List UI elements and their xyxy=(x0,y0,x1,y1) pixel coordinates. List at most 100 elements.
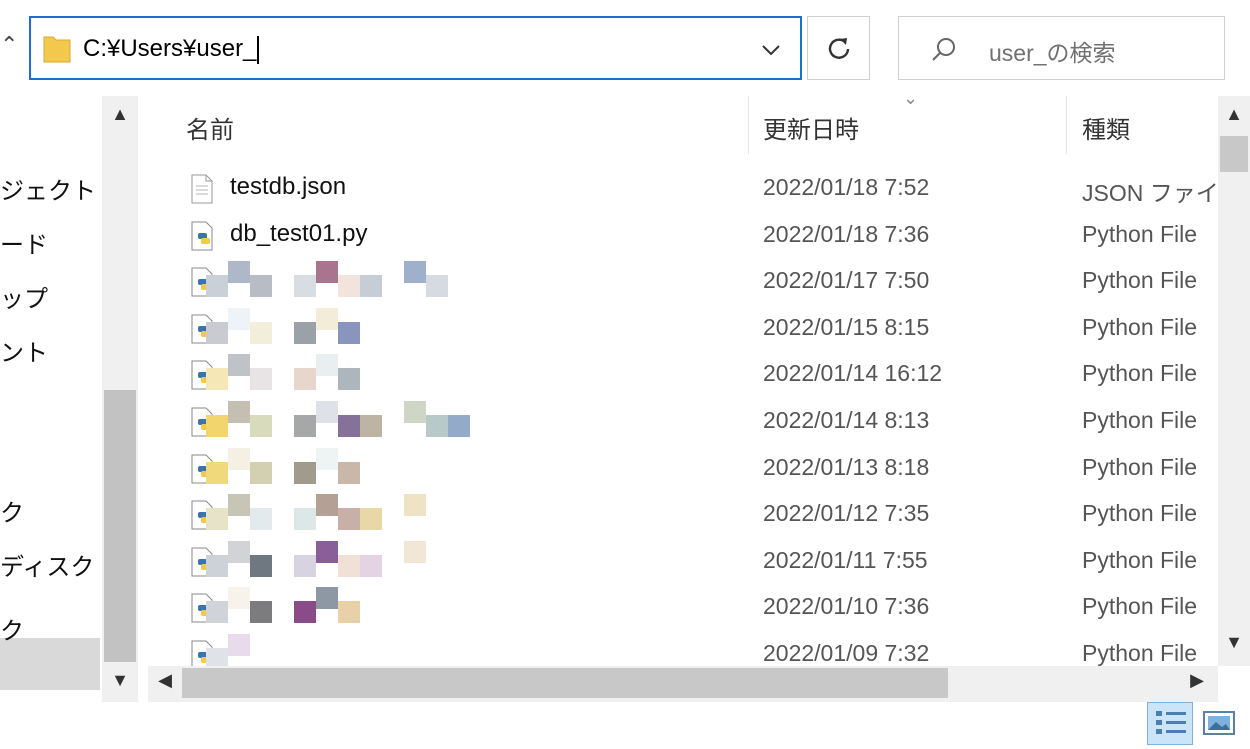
search-icon xyxy=(929,35,959,65)
redacted-file-name xyxy=(206,494,536,538)
pixel-block xyxy=(228,541,250,563)
pixel-block xyxy=(206,648,228,666)
file-type: Python File xyxy=(1082,454,1198,480)
nav-item-network[interactable]: ク xyxy=(0,494,24,534)
nav-item-downloads[interactable]: ード xyxy=(0,226,48,266)
file-list-vscrollbar[interactable] xyxy=(1218,96,1250,666)
table-row[interactable]: 2022/01/11 7:55 Python File xyxy=(148,539,1218,585)
json-file-icon xyxy=(190,174,214,204)
file-modified: 2022/01/13 8:18 xyxy=(763,454,930,480)
pixel-block xyxy=(294,415,316,437)
nav-item-objects[interactable]: ジェクト xyxy=(0,172,96,212)
nav-item-desktop[interactable]: ップ xyxy=(0,280,48,320)
redacted-file-name xyxy=(206,541,536,585)
pixel-block xyxy=(228,308,250,330)
scroll-up-icon[interactable]: ▲ xyxy=(1220,104,1248,130)
table-row[interactable]: db_test01.py 2022/01/18 7:36 Python File xyxy=(148,213,1218,259)
column-divider[interactable] xyxy=(748,96,749,154)
details-view-icon xyxy=(1156,711,1186,734)
file-modified: 2022/01/17 7:50 xyxy=(763,267,930,293)
pixel-block xyxy=(338,415,360,437)
pixel-block xyxy=(206,275,228,297)
pixel-block xyxy=(316,401,338,423)
column-header-type[interactable]: 種類 xyxy=(1082,110,1130,145)
up-level-icon[interactable]: ⌃ xyxy=(0,30,18,60)
table-row[interactable]: 2022/01/13 8:18 Python File xyxy=(148,446,1218,492)
file-list-hscrollbar-thumb[interactable] xyxy=(182,668,948,698)
pixel-block xyxy=(228,401,250,423)
scroll-left-icon[interactable]: ◀ xyxy=(152,670,178,698)
file-type: Python File xyxy=(1082,360,1198,386)
column-header-modified[interactable]: 更新日時 xyxy=(763,110,859,145)
pixel-block xyxy=(338,275,360,297)
address-input[interactable]: C:¥Users¥user_ xyxy=(83,32,260,66)
pixel-block xyxy=(206,601,228,623)
large-icons-view-button[interactable] xyxy=(1200,708,1238,740)
pixel-block xyxy=(250,275,272,297)
refresh-button[interactable] xyxy=(807,16,870,80)
file-modified: 2022/01/18 7:36 xyxy=(763,221,930,247)
scroll-down-icon[interactable]: ▼ xyxy=(1220,632,1248,658)
file-name: db_test01.py xyxy=(230,220,368,247)
file-list-vscrollbar-thumb[interactable] xyxy=(1220,136,1248,172)
pixel-block xyxy=(316,448,338,470)
pixel-block xyxy=(360,415,382,437)
address-bar[interactable]: C:¥Users¥user_ xyxy=(29,16,802,80)
pixel-block xyxy=(294,555,316,577)
table-row[interactable]: 2022/01/12 7:35 Python File xyxy=(148,492,1218,538)
pixel-block xyxy=(338,462,360,484)
table-row[interactable]: testdb.json 2022/01/18 7:52 JSON ファイル xyxy=(148,166,1218,212)
redacted-file-name xyxy=(206,634,536,666)
nav-item-other[interactable]: ク xyxy=(0,612,24,652)
pixel-block xyxy=(228,354,250,376)
address-path: C:¥Users¥user_ xyxy=(83,35,257,62)
table-row[interactable]: 2022/01/17 7:50 Python File xyxy=(148,259,1218,305)
table-row[interactable]: 2022/01/10 7:36 Python File xyxy=(148,585,1218,631)
file-modified: 2022/01/14 16:12 xyxy=(763,360,943,386)
file-type: Python File xyxy=(1082,407,1198,433)
search-box[interactable]: user_の検索 xyxy=(898,16,1225,80)
pixel-block xyxy=(250,508,272,530)
pixel-block xyxy=(316,261,338,283)
pixel-block xyxy=(404,541,426,563)
pixel-block xyxy=(250,462,272,484)
nav-scrollbar-thumb[interactable] xyxy=(104,390,136,662)
pixel-block xyxy=(206,322,228,344)
scroll-right-icon[interactable]: ▶ xyxy=(1184,670,1210,698)
pixel-block xyxy=(294,368,316,390)
search-input[interactable]: user_の検索 xyxy=(989,34,1116,68)
pixel-block xyxy=(404,401,426,423)
table-row[interactable]: 2022/01/15 8:15 Python File xyxy=(148,306,1218,352)
nav-scroll-up-icon[interactable]: ▲ xyxy=(104,104,136,132)
table-row[interactable]: 2022/01/09 7:32 Python File xyxy=(148,632,1218,666)
file-type: Python File xyxy=(1082,500,1198,526)
redacted-file-name xyxy=(206,308,536,352)
pixel-block xyxy=(206,462,228,484)
file-type: Python File xyxy=(1082,640,1198,666)
details-view-button[interactable] xyxy=(1147,702,1193,745)
sort-descending-icon: ⌄ xyxy=(903,88,919,108)
pixel-block xyxy=(360,555,382,577)
pixel-block xyxy=(338,508,360,530)
pixel-block xyxy=(316,354,338,376)
pixel-block xyxy=(206,415,228,437)
text-caret xyxy=(257,35,260,64)
file-type: Python File xyxy=(1082,314,1198,340)
pixel-block xyxy=(338,555,360,577)
column-header-name[interactable]: 名前 xyxy=(186,110,234,145)
nav-item-documents[interactable]: ント xyxy=(0,334,48,374)
redacted-file-name xyxy=(206,261,536,305)
file-type: Python File xyxy=(1082,593,1198,619)
pixel-block xyxy=(316,308,338,330)
pixel-block xyxy=(360,275,382,297)
nav-scroll-down-icon[interactable]: ▼ xyxy=(104,670,136,698)
file-name: testdb.json xyxy=(230,173,347,200)
redacted-file-name xyxy=(206,587,536,631)
column-divider[interactable] xyxy=(1066,96,1067,154)
table-row[interactable]: 2022/01/14 16:12 Python File xyxy=(148,352,1218,398)
pixel-block xyxy=(228,261,250,283)
pixel-block xyxy=(294,275,316,297)
chevron-down-icon[interactable] xyxy=(757,36,785,64)
pixel-block xyxy=(228,448,250,470)
table-row[interactable]: 2022/01/14 8:13 Python File xyxy=(148,399,1218,445)
